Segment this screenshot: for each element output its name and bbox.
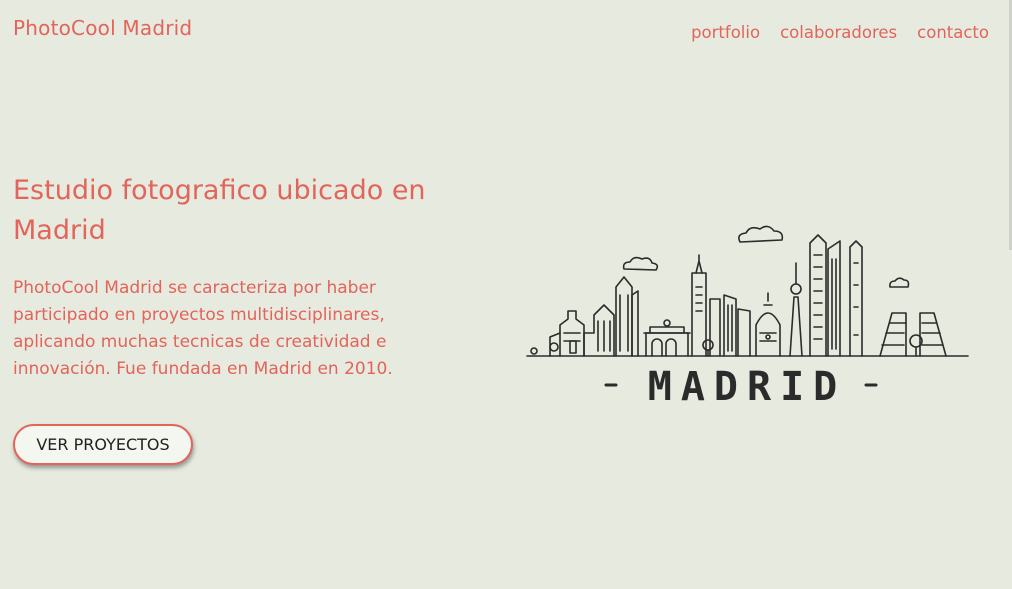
nav-link-contacto[interactable]: contacto [917,23,989,42]
main-nav: portfolio colaboradores contacto [691,23,989,42]
view-projects-button[interactable]: VER PROYECTOS [13,424,193,465]
cloud-icon [889,277,910,288]
brand-logo-link[interactable]: PhotoCool Madrid [13,16,192,40]
nav-link-colaboradores[interactable]: colaboradores [780,23,897,42]
landing-page: PhotoCool Madrid portfolio colaboradores… [0,0,1012,589]
cloud-icon [622,256,659,271]
madrid-skyline-illustration: MADRID [526,225,969,410]
cloud-icon [738,225,784,243]
nav-link-portfolio[interactable]: portfolio [691,23,760,42]
hero-title: Estudio fotografico ubicado en Madrid [13,175,426,246]
hero-description: PhotoCool Madrid se caracteriza por habe… [13,278,393,379]
madrid-caption: MADRID [648,364,847,410]
